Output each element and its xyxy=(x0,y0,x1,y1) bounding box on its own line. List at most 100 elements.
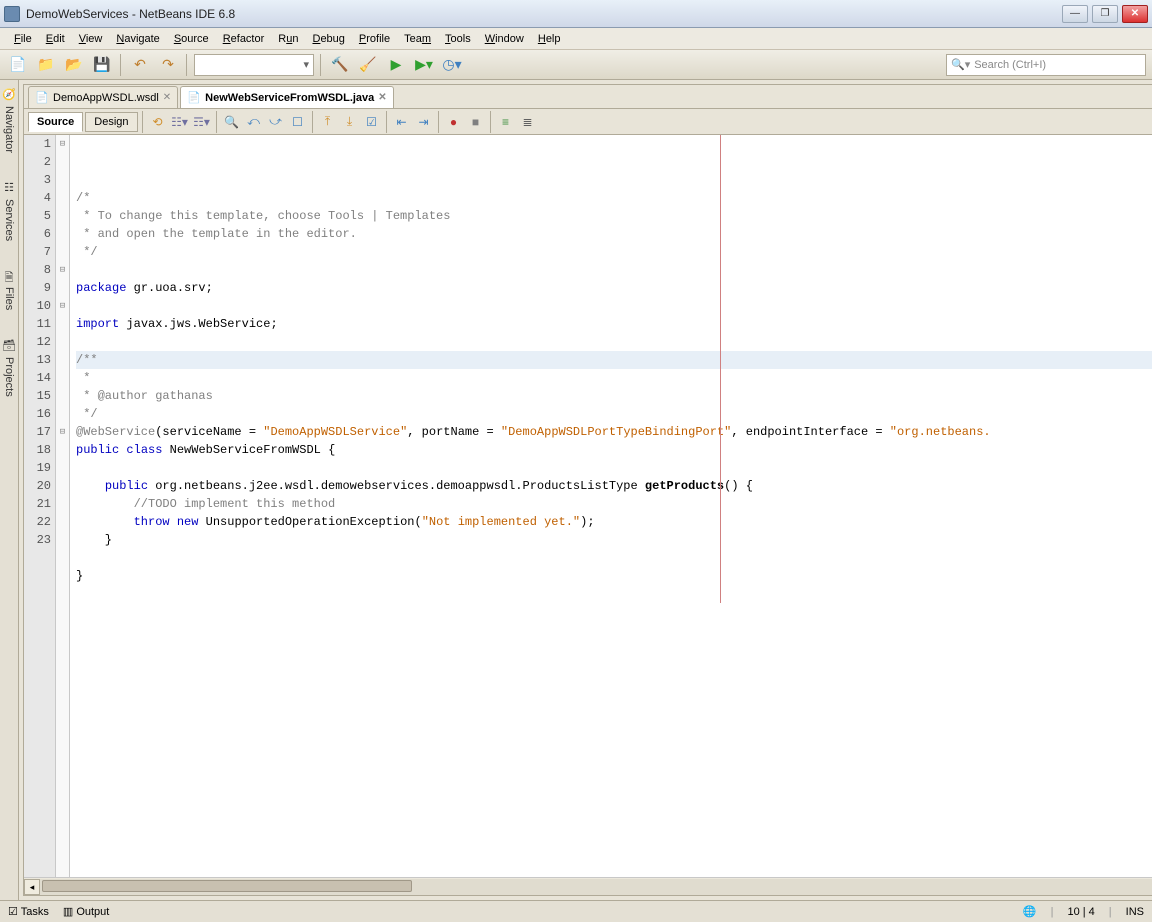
menu-tools[interactable]: Tools xyxy=(439,31,477,47)
find-next-button[interactable]: ⤻ xyxy=(266,112,286,132)
file-tabstrip: 📄 DemoAppWSDL.wsdl ✕ 📄 NewWebServiceFrom… xyxy=(24,85,1152,109)
tasks-icon: ☑ xyxy=(8,906,18,918)
find-prev-button[interactable]: ⤺ xyxy=(244,112,264,132)
navigator-tab[interactable]: 🧭Navigator xyxy=(0,84,18,157)
file-tab-java[interactable]: 📄 NewWebServiceFromWSDL.java ✕ xyxy=(180,86,394,108)
scroll-left-button[interactable]: ◂ xyxy=(24,879,40,895)
separator xyxy=(312,111,314,133)
statusbar: ☑ Tasks ▥ Output 🌐 | 10 | 4 | INS xyxy=(0,900,1152,922)
navigator-icon: 🧭 xyxy=(2,88,16,102)
wsdl-file-icon: 📄 xyxy=(35,91,49,105)
separator xyxy=(120,54,122,76)
ide-body: 🧭Navigator ☷Services 🗎Files 🗃Projects 📄 … xyxy=(0,80,1152,900)
separator xyxy=(320,54,322,76)
caret-position: 10 | 4 xyxy=(1067,906,1094,918)
file-tab-label: NewWebServiceFromWSDL.java xyxy=(205,92,374,104)
history-back-button[interactable]: ⟲ xyxy=(148,112,168,132)
scroll-thumb[interactable] xyxy=(42,880,412,892)
app-icon xyxy=(4,6,20,22)
next-bookmark-button[interactable]: ⤓ xyxy=(340,112,360,132)
profile-button[interactable]: ◷▾ xyxy=(440,53,464,77)
line-number-gutter: 1234567891011121314151617181920212223 xyxy=(24,135,56,877)
source-mode-button[interactable]: Source xyxy=(28,112,83,132)
editor-area: 📄 DemoAppWSDL.wsdl ✕ 📄 NewWebServiceFrom… xyxy=(23,84,1152,896)
menu-team[interactable]: Team xyxy=(398,31,437,47)
separator xyxy=(142,111,144,133)
code-area: 1234567891011121314151617181920212223 ⊟⊟… xyxy=(24,135,1152,877)
new-project-button[interactable]: 📁 xyxy=(34,53,58,77)
fold-gutter[interactable]: ⊟⊟⊟⊟ xyxy=(56,135,70,877)
build-button[interactable]: 🔨 xyxy=(328,53,352,77)
services-tab[interactable]: ☷Services xyxy=(0,177,18,245)
separator xyxy=(386,111,388,133)
menu-edit[interactable]: Edit xyxy=(40,31,71,47)
new-file-button[interactable]: 📄 xyxy=(6,53,30,77)
tasks-panel-button[interactable]: ☑ Tasks xyxy=(8,905,49,918)
menu-view[interactable]: View xyxy=(73,31,109,47)
code-scroll[interactable]: /* * To change this template, choose Too… xyxy=(70,135,1152,877)
window-title: DemoWebServices - NetBeans IDE 6.8 xyxy=(26,7,1062,21)
menu-profile[interactable]: Profile xyxy=(353,31,396,47)
save-all-button[interactable]: 💾 xyxy=(90,53,114,77)
toggle-highlight-button[interactable]: ☐ xyxy=(288,112,308,132)
horizontal-scrollbar[interactable]: ◂ ▸ xyxy=(24,877,1152,895)
files-icon: 🗎 xyxy=(2,269,16,283)
menu-navigate[interactable]: Navigate xyxy=(110,31,165,47)
main-toolbar: 📄 📁 📂 💾 ↶ ↷ ▾ 🔨 🧹 ▶ ▶▾ ◷▾ 🔍▾ Search (Ctr… xyxy=(0,50,1152,80)
separator xyxy=(438,111,440,133)
search-placeholder: Search (Ctrl+I) xyxy=(974,59,1046,71)
find-selection-button[interactable]: 🔍 xyxy=(222,112,242,132)
scroll-track[interactable] xyxy=(40,879,1152,895)
file-tab-wsdl[interactable]: 📄 DemoAppWSDL.wsdl ✕ xyxy=(28,86,178,108)
macro-stop-button[interactable]: ■ xyxy=(466,112,486,132)
history-fwd-button[interactable]: ☷▾ xyxy=(170,112,190,132)
projects-tab[interactable]: 🗃Projects xyxy=(0,335,18,401)
menu-debug[interactable]: Debug xyxy=(306,31,350,47)
window-buttons: — ❐ ✕ xyxy=(1062,5,1148,23)
tab-close-icon[interactable]: ✕ xyxy=(378,92,386,103)
prev-bookmark-button[interactable]: ⤒ xyxy=(318,112,338,132)
output-icon: ▥ xyxy=(63,906,73,918)
left-sidepanel: 🧭Navigator ☷Services 🗎Files 🗃Projects xyxy=(0,80,19,900)
macro-record-button[interactable]: ● xyxy=(444,112,464,132)
tab-close-icon[interactable]: ✕ xyxy=(163,92,171,103)
search-icon: 🔍▾ xyxy=(951,58,970,71)
toggle-bookmark-button[interactable]: ☑ xyxy=(362,112,382,132)
config-combo[interactable]: ▾ xyxy=(194,54,314,76)
network-icon: 🌐 xyxy=(1023,905,1037,918)
redo-button[interactable]: ↷ xyxy=(156,53,180,77)
java-file-icon: 📄 xyxy=(187,91,201,105)
comment-button[interactable]: ≡ xyxy=(496,112,516,132)
clean-build-button[interactable]: 🧹 xyxy=(356,53,380,77)
menu-refactor[interactable]: Refactor xyxy=(217,31,271,47)
maximize-button[interactable]: ❐ xyxy=(1092,5,1118,23)
last-edit-button[interactable]: ☶▾ xyxy=(192,112,212,132)
shift-right-button[interactable]: ⇥ xyxy=(414,112,434,132)
editor-toolbar: Source Design ⟲ ☷▾ ☶▾ 🔍 ⤺ ⤻ ☐ ⤒ ⤓ ☑ ⇤ ⇥ … xyxy=(24,109,1152,135)
separator xyxy=(490,111,492,133)
projects-icon: 🗃 xyxy=(2,339,16,353)
services-icon: ☷ xyxy=(2,181,16,195)
menu-run[interactable]: Run xyxy=(272,31,304,47)
files-tab[interactable]: 🗎Files xyxy=(0,265,18,314)
uncomment-button[interactable]: ≣ xyxy=(518,112,538,132)
search-field[interactable]: 🔍▾ Search (Ctrl+I) xyxy=(946,54,1146,76)
titlebar: DemoWebServices - NetBeans IDE 6.8 — ❐ ✕ xyxy=(0,0,1152,28)
file-tab-label: DemoAppWSDL.wsdl xyxy=(53,92,159,104)
menu-window[interactable]: Window xyxy=(479,31,530,47)
run-button[interactable]: ▶ xyxy=(384,53,408,77)
menu-file[interactable]: File xyxy=(8,31,38,47)
design-mode-button[interactable]: Design xyxy=(85,112,137,132)
menu-source[interactable]: Source xyxy=(168,31,215,47)
menubar: File Edit View Navigate Source Refactor … xyxy=(0,28,1152,50)
minimize-button[interactable]: — xyxy=(1062,5,1088,23)
shift-left-button[interactable]: ⇤ xyxy=(392,112,412,132)
open-button[interactable]: 📂 xyxy=(62,53,86,77)
code-content[interactable]: /* * To change this template, choose Too… xyxy=(70,135,1152,603)
undo-button[interactable]: ↶ xyxy=(128,53,152,77)
close-button[interactable]: ✕ xyxy=(1122,5,1148,23)
debug-button[interactable]: ▶▾ xyxy=(412,53,436,77)
output-panel-button[interactable]: ▥ Output xyxy=(63,905,110,918)
insert-mode: INS xyxy=(1126,906,1144,918)
menu-help[interactable]: Help xyxy=(532,31,567,47)
